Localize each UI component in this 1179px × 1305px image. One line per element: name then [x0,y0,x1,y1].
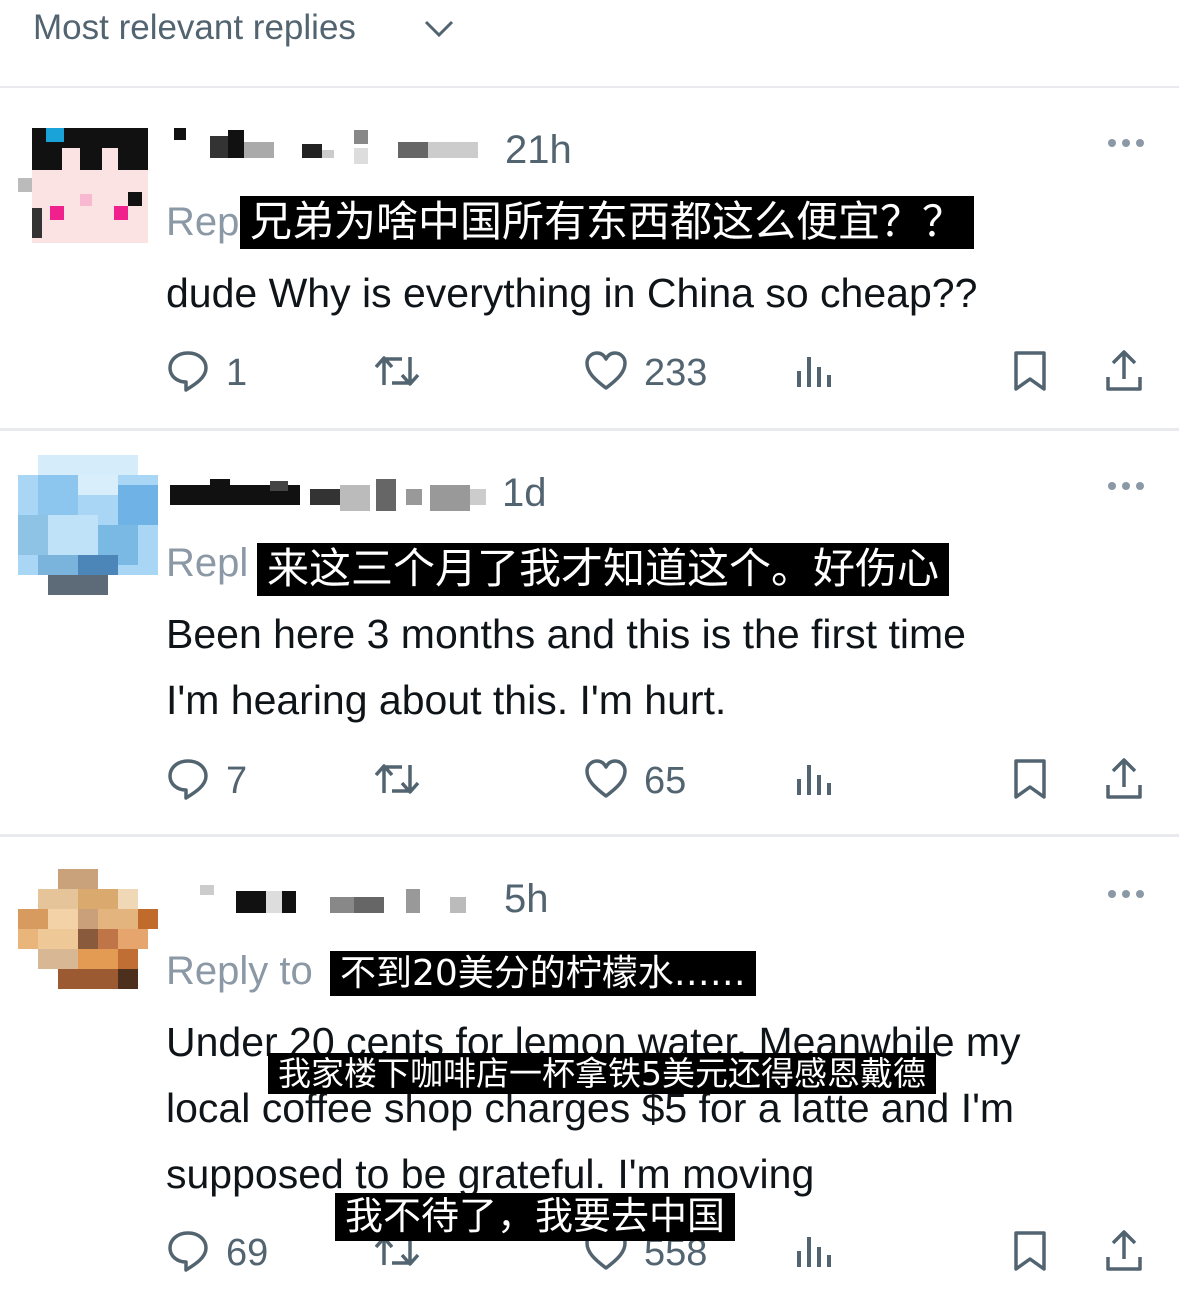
reply-count: 1 [226,351,248,394]
reply-count: 7 [226,759,248,802]
reply-to-label: Reply to [166,949,313,993]
chinese-subtitle: 来这三个月了我才知道这个。好伤心 [257,543,950,596]
views-icon[interactable] [795,353,835,394]
retweet-icon[interactable] [372,349,422,398]
avatar[interactable] [18,128,158,248]
reply-tweet[interactable]: 21h Rep 兄弟为啥中国所有东西都这么便宜？？ dude Why is ev… [0,88,1179,431]
reply-action[interactable]: 7 [166,751,247,811]
avatar[interactable] [18,869,158,989]
timestamp[interactable]: 21h [505,128,572,173]
chevron-down-icon[interactable] [424,18,454,45]
reply-to-label: Repl [166,541,249,585]
retweet-action[interactable] [372,751,422,811]
reply-tweet[interactable]: 1d Repl 来这三个月了我才知道这个。好伤心 Been here 3 mon… [0,431,1179,837]
share-action[interactable] [1104,343,1144,403]
like-icon[interactable] [584,758,628,805]
reply-text: Under 20 cents for lemon water. Meanwhil… [166,1009,1156,1207]
like-action[interactable]: 233 [584,343,707,403]
reply-count: 69 [226,1231,269,1274]
reply-text-line: Been here 3 months and this is the first… [166,611,966,657]
reply-text-line: I'm hearing about this. I'm hurt. [166,677,727,723]
bookmark-action[interactable] [1012,751,1048,811]
chinese-subtitle: 我不待了，我要去中国 [335,1193,736,1241]
timestamp[interactable]: 5h [504,877,549,922]
bookmark-icon[interactable] [1012,757,1048,806]
views-action[interactable] [795,751,835,811]
views-action[interactable] [795,1223,835,1283]
reply-icon[interactable] [166,1229,210,1278]
reply-tweet[interactable]: 5h Reply to 不到20美分的柠檬水…… Under 20 cents … [0,837,1179,1305]
share-action[interactable] [1104,1223,1144,1283]
bookmark-action[interactable] [1012,343,1048,403]
like-icon[interactable] [584,350,628,397]
share-action[interactable] [1104,751,1144,811]
redacted-username[interactable] [172,128,482,164]
share-icon[interactable] [1104,1229,1144,1278]
action-bar: 7 65 [0,751,1179,811]
reply-text: Been here 3 months and this is the first… [166,601,1156,733]
bookmark-icon[interactable] [1012,349,1048,398]
views-icon[interactable] [795,761,835,802]
chinese-subtitle: 不到20美分的柠檬水…… [330,951,756,996]
avatar[interactable] [18,455,158,595]
chinese-subtitle: 我家楼下咖啡店一杯拿铁5美元还得感恩戴德 [268,1053,936,1095]
action-bar: 1 233 [0,343,1179,403]
reply-icon[interactable] [166,349,210,398]
share-icon[interactable] [1104,349,1144,398]
views-icon[interactable] [795,1233,835,1274]
more-icon[interactable] [1107,136,1145,154]
chinese-subtitle: 兄弟为啥中国所有东西都这么便宜？？ [240,196,975,249]
share-icon[interactable] [1104,757,1144,806]
reply-icon[interactable] [166,757,210,806]
redacted-username[interactable] [170,475,500,511]
like-count: 233 [644,351,708,394]
views-action[interactable] [795,343,835,403]
bookmark-action[interactable] [1012,1223,1048,1283]
more-icon[interactable] [1107,479,1145,497]
like-action[interactable]: 65 [584,751,686,811]
more-icon[interactable] [1107,887,1145,905]
sort-label[interactable]: Most relevant replies [33,8,356,48]
retweet-action[interactable] [372,343,422,403]
reply-to-label: Rep [166,200,240,244]
sort-bar[interactable]: Most relevant replies [0,0,1179,88]
reply-action[interactable]: 69 [166,1223,268,1283]
redacted-username[interactable] [170,883,500,919]
reply-text: dude Why is everything in China so cheap… [166,270,978,316]
like-count: 65 [644,759,687,802]
reply-action[interactable]: 1 [166,343,247,403]
timestamp[interactable]: 1d [502,471,547,516]
bookmark-icon[interactable] [1012,1229,1048,1278]
retweet-icon[interactable] [372,757,422,806]
